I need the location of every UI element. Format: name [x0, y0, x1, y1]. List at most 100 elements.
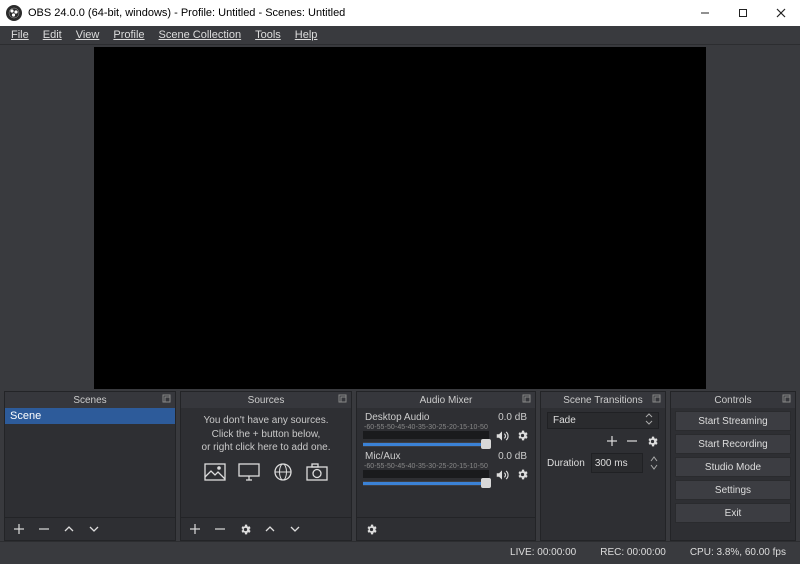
- volume-slider[interactable]: [363, 442, 489, 447]
- dock-controls-title: Controls: [714, 395, 751, 406]
- studio-mode-button[interactable]: Studio Mode: [675, 457, 791, 477]
- start-recording-button[interactable]: Start Recording: [675, 434, 791, 454]
- status-live: LIVE: 00:00:00: [510, 547, 576, 558]
- monitor-icon: [237, 461, 261, 483]
- dock-transitions-header: Scene Transitions: [541, 392, 665, 408]
- settings-button[interactable]: Settings: [675, 480, 791, 500]
- dock-sources-header: Sources: [181, 392, 351, 408]
- source-properties-button[interactable]: [238, 522, 252, 536]
- exit-button[interactable]: Exit: [675, 503, 791, 523]
- sources-empty-line: You don't have any sources.: [187, 414, 345, 428]
- maximize-button[interactable]: [724, 0, 762, 26]
- move-source-up-button[interactable]: [263, 522, 277, 536]
- mixer-channel: Desktop Audio 0.0 dB -60-55-50-45-40-35-30…: [357, 412, 535, 447]
- menubar: File Edit View Profile Scene Collection …: [0, 26, 800, 45]
- docks-row: Scenes Scene Sources You don't have any …: [0, 391, 800, 541]
- dock-sources: Sources You don't have any sources. Clic…: [180, 391, 352, 541]
- dock-sources-title: Sources: [248, 395, 285, 406]
- dock-controls-header: Controls: [671, 392, 795, 408]
- minimize-button[interactable]: [686, 0, 724, 26]
- add-source-button[interactable]: [188, 522, 202, 536]
- dock-scenes: Scenes Scene: [4, 391, 176, 541]
- duration-spinner[interactable]: 300 ms: [591, 453, 643, 473]
- menu-scene-collection[interactable]: Scene Collection: [152, 28, 249, 42]
- app-icon: [6, 5, 22, 21]
- mixer-body: Desktop Audio 0.0 dB -60-55-50-45-40-35-30…: [357, 408, 535, 517]
- audio-meter: [363, 431, 489, 439]
- audio-meter: [363, 470, 489, 478]
- camera-icon: [305, 461, 329, 483]
- globe-icon: [271, 461, 295, 483]
- sources-empty-line: or right click here to add one.: [187, 441, 345, 455]
- duration-label: Duration: [547, 458, 585, 469]
- mixer-channel: Mic/Aux 0.0 dB -60-55-50-45-40-35-30-25-20…: [357, 451, 535, 486]
- transitions-body: Fade Duration 300 ms: [541, 408, 665, 477]
- duration-value: 300 ms: [595, 458, 628, 469]
- close-button[interactable]: [762, 0, 800, 26]
- meter-ticks: -60-55-50-45-40-35-30-25-20-15-10-50: [363, 424, 489, 431]
- preview-canvas[interactable]: [94, 47, 706, 389]
- window-title: OBS 24.0.0 (64-bit, windows) - Profile: …: [28, 7, 686, 19]
- statusbar: LIVE: 00:00:00 REC: 00:00:00 CPU: 3.8%, …: [0, 541, 800, 562]
- move-scene-down-button[interactable]: [87, 522, 101, 536]
- dock-transitions: Scene Transitions Fade Duration 300 ms: [540, 391, 666, 541]
- volume-slider[interactable]: [363, 481, 489, 486]
- transition-select[interactable]: Fade: [547, 412, 659, 429]
- mixer-toolbar: [357, 517, 535, 540]
- status-cpu: CPU: 3.8%, 60.00 fps: [690, 547, 786, 558]
- dock-transitions-title: Scene Transitions: [563, 395, 643, 406]
- window-titlebar: OBS 24.0.0 (64-bit, windows) - Profile: …: [0, 0, 800, 26]
- move-scene-up-button[interactable]: [62, 522, 76, 536]
- status-rec: REC: 00:00:00: [600, 547, 666, 558]
- dock-scenes-header: Scenes: [5, 392, 175, 408]
- channel-name: Desktop Audio: [365, 412, 430, 423]
- image-icon: [203, 461, 227, 483]
- dock-mixer-header: Audio Mixer: [357, 392, 535, 408]
- dock-audio-mixer: Audio Mixer Desktop Audio 0.0 dB -60-55-50…: [356, 391, 536, 541]
- move-source-down-button[interactable]: [288, 522, 302, 536]
- add-scene-button[interactable]: [12, 522, 26, 536]
- channel-db: 0.0 dB: [498, 451, 527, 462]
- menu-file[interactable]: File: [4, 28, 36, 42]
- meter-ticks: -60-55-50-45-40-35-30-25-20-15-10-50: [363, 463, 489, 470]
- mute-button[interactable]: [495, 468, 509, 482]
- add-transition-button[interactable]: [605, 434, 619, 448]
- dock-mixer-title: Audio Mixer: [420, 395, 473, 406]
- dock-controls: Controls Start Streaming Start Recording…: [670, 391, 796, 541]
- menu-view[interactable]: View: [69, 28, 107, 42]
- menu-help[interactable]: Help: [288, 28, 325, 42]
- remove-transition-button[interactable]: [625, 434, 639, 448]
- spinner-up-button[interactable]: [649, 455, 659, 463]
- start-streaming-button[interactable]: Start Streaming: [675, 411, 791, 431]
- menu-profile[interactable]: Profile: [106, 28, 151, 42]
- dock-scenes-title: Scenes: [73, 395, 106, 406]
- mixer-settings-button[interactable]: [364, 522, 378, 536]
- remove-scene-button[interactable]: [37, 522, 51, 536]
- popout-icon[interactable]: [782, 394, 792, 404]
- channel-db: 0.0 dB: [498, 412, 527, 423]
- preview-area: [0, 45, 800, 391]
- sources-empty-area[interactable]: You don't have any sources. Click the + …: [181, 408, 351, 517]
- remove-source-button[interactable]: [213, 522, 227, 536]
- scenes-list[interactable]: Scene: [5, 408, 175, 517]
- spinner-down-button[interactable]: [649, 463, 659, 471]
- popout-icon[interactable]: [652, 394, 662, 404]
- channel-settings-button[interactable]: [515, 468, 529, 482]
- sources-empty-line: Click the + button below,: [187, 428, 345, 442]
- channel-name: Mic/Aux: [365, 451, 401, 462]
- popout-icon[interactable]: [522, 394, 532, 404]
- sources-hint-icons: [187, 461, 345, 483]
- scene-item[interactable]: Scene: [5, 408, 175, 424]
- channel-settings-button[interactable]: [515, 429, 529, 443]
- controls-body: Start Streaming Start Recording Studio M…: [671, 408, 795, 526]
- transition-selected: Fade: [553, 415, 576, 426]
- chevron-up-down-icon: [645, 413, 653, 428]
- popout-icon[interactable]: [162, 394, 172, 404]
- menu-tools[interactable]: Tools: [248, 28, 288, 42]
- popout-icon[interactable]: [338, 394, 348, 404]
- mute-button[interactable]: [495, 429, 509, 443]
- sources-toolbar: [181, 517, 351, 540]
- menu-edit[interactable]: Edit: [36, 28, 69, 42]
- scenes-toolbar: [5, 517, 175, 540]
- transition-properties-button[interactable]: [645, 434, 659, 448]
